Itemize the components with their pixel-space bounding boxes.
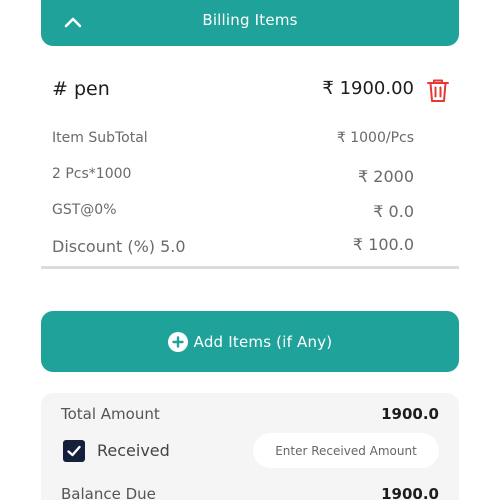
total-amount-value: 1900.0 [381, 405, 439, 423]
balance-due-label: Balance Due [61, 485, 156, 500]
received-amount-input[interactable] [253, 433, 439, 468]
item-price: ₹ 1900.00 [322, 78, 414, 99]
row-label: GST@0% [52, 202, 117, 218]
gst-row: GST@0% ₹ 0.0 [52, 202, 414, 224]
row-label: Item SubTotal [52, 130, 148, 146]
plus-circle-icon [167, 331, 188, 352]
row-value: ₹ 100.0 [352, 235, 414, 254]
item-subtotal-row: Item SubTotal ₹ 1000/Pcs [52, 130, 414, 150]
discount-row: Discount (%) 5.0 ₹ 100.0 [52, 235, 414, 261]
billing-items-header[interactable]: Billing Items [41, 0, 459, 46]
add-items-label: Add Items (if Any) [193, 332, 333, 351]
row-value: ₹ 2000 [358, 167, 414, 186]
row-value: ₹ 1000/Pcs [336, 130, 414, 146]
row-label: 2 Pcs*1000 [52, 166, 132, 182]
balance-due-value: 1900.0 [381, 485, 439, 500]
checkmark-icon [67, 445, 81, 457]
summary-card: Total Amount 1900.0 Received Balance Due… [41, 393, 459, 500]
quantity-row: 2 Pcs*1000 ₹ 2000 [52, 166, 414, 188]
item-row: # pen ₹ 1900.00 [52, 74, 452, 108]
chevron-up-icon[interactable] [59, 8, 87, 36]
trash-icon[interactable] [424, 76, 452, 104]
total-amount-label: Total Amount [61, 405, 160, 423]
received-label: Received [97, 441, 170, 460]
received-checkbox[interactable] [63, 440, 85, 462]
row-label: Discount (%) 5.0 [52, 237, 186, 256]
add-items-button[interactable]: Add Items (if Any) [41, 311, 459, 372]
item-name: # pen [52, 78, 110, 100]
header-title: Billing Items [202, 11, 298, 29]
row-value: ₹ 0.0 [373, 202, 414, 221]
divider [41, 266, 459, 269]
